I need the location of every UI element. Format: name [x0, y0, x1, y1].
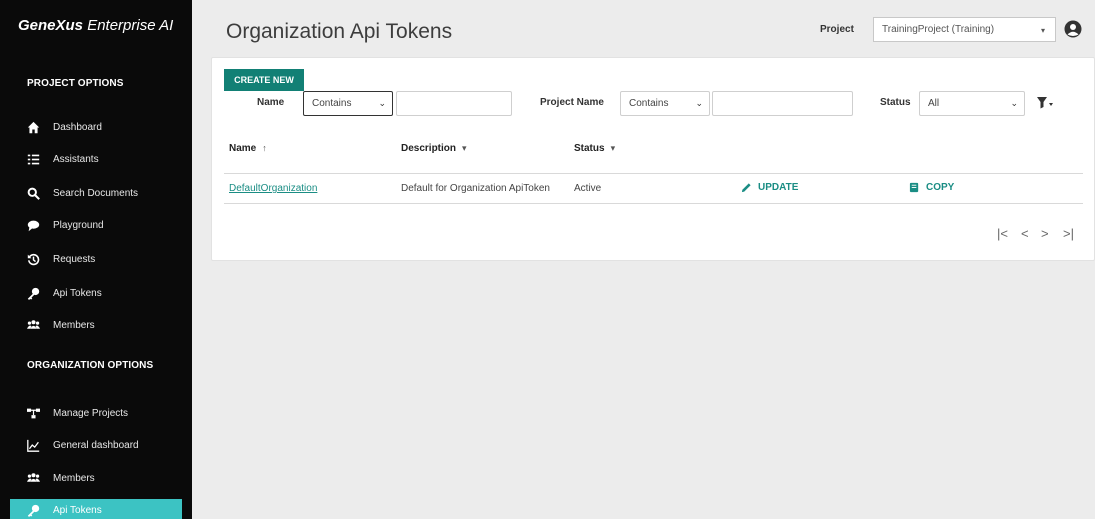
chart-icon: [25, 437, 41, 453]
sidebar-item-members[interactable]: Members: [10, 313, 182, 337]
token-name-link[interactable]: DefaultOrganization: [229, 183, 317, 194]
status-select-value: All: [928, 98, 940, 109]
sidebar-item-assistants[interactable]: Assistants: [10, 147, 182, 171]
sidebar-item-label: Members: [53, 319, 95, 331]
tokens-card: [211, 57, 1095, 261]
filter-icon[interactable]: [1037, 96, 1055, 110]
sidebar-item-manage-projects[interactable]: Manage Projects: [10, 401, 182, 425]
chat-icon: [25, 217, 41, 233]
sidebar-item-playground[interactable]: Playground: [10, 213, 182, 237]
sort-asc-icon: ↑: [262, 143, 267, 153]
status-select[interactable]: All ⌄: [919, 91, 1025, 116]
update-button[interactable]: UPDATE: [741, 182, 798, 193]
sidebar-item-label: Api Tokens: [53, 287, 102, 299]
sidebar-item-dashboard[interactable]: Dashboard: [10, 115, 182, 139]
sidebar-item-org-members[interactable]: Members: [10, 466, 182, 490]
users-icon: [25, 317, 41, 333]
search-icon: [25, 185, 41, 201]
token-description: Default for Organization ApiToken: [401, 183, 550, 194]
name-operator-value: Contains: [312, 98, 352, 109]
history-icon: [25, 251, 41, 267]
first-page-button[interactable]: |<: [997, 226, 1008, 241]
project-operator-select[interactable]: Contains ⌄: [620, 91, 710, 116]
last-page-button[interactable]: >|: [1063, 226, 1074, 241]
project-select-value: TrainingProject (Training): [882, 24, 995, 35]
name-filter-label: Name: [257, 97, 285, 108]
user-account-icon[interactable]: [1064, 20, 1082, 38]
sidebar-item-api-tokens[interactable]: Api Tokens: [10, 281, 182, 305]
sidebar-item-general-dashboard[interactable]: General dashboard: [10, 433, 182, 457]
page-title: Organization Api Tokens: [226, 20, 453, 43]
sidebar-item-label: Assistants: [53, 153, 99, 165]
home-icon: [25, 119, 41, 135]
sidebar-item-org-api-tokens[interactable]: Api Tokens: [10, 499, 182, 519]
list-icon: [25, 151, 41, 167]
sidebar-item-label: Members: [53, 472, 95, 484]
project-name-filter-label: Project Name: [540, 97, 604, 108]
chevron-down-icon: ⌄: [695, 98, 703, 108]
create-new-button[interactable]: CREATE NEW: [224, 69, 304, 91]
key-icon: [25, 502, 41, 518]
sort-menu-icon: ▾: [610, 143, 616, 153]
sidebar-item-label: Dashboard: [53, 121, 102, 133]
name-filter-input[interactable]: [396, 91, 512, 116]
project-name-filter-input[interactable]: [712, 91, 853, 116]
sitemap-icon: [25, 405, 41, 421]
project-operator-value: Contains: [629, 98, 669, 109]
sidebar-item-label: Api Tokens: [53, 504, 102, 516]
column-header-status[interactable]: Status ▾: [574, 143, 615, 154]
copy-button[interactable]: COPY: [909, 182, 954, 193]
column-header-description[interactable]: Description ▾: [401, 143, 467, 154]
table-divider: [224, 173, 1083, 174]
sidebar-item-label: General dashboard: [53, 439, 139, 451]
next-page-button[interactable]: >: [1041, 226, 1049, 241]
table-divider: [224, 203, 1083, 204]
users-icon: [25, 470, 41, 486]
chevron-down-icon: ▾: [1040, 26, 1045, 35]
sort-menu-icon: ▾: [462, 143, 467, 153]
sidebar-item-label: Manage Projects: [53, 407, 129, 419]
brand-logo: GeneXus Enterprise AI: [18, 17, 174, 34]
sidebar-item-label: Requests: [53, 253, 96, 265]
pencil-icon: [741, 183, 751, 193]
status-filter-label: Status: [880, 97, 911, 108]
sidebar-item-requests[interactable]: Requests: [10, 247, 182, 271]
project-label: Project: [820, 24, 854, 35]
name-operator-select[interactable]: Contains ⌄: [303, 91, 393, 116]
sidebar-item-label: Playground: [53, 219, 104, 231]
copy-icon: [909, 182, 919, 193]
organization-options-heading: ORGANIZATION OPTIONS: [27, 360, 154, 371]
chevron-down-icon: ⌄: [1010, 98, 1018, 108]
key-icon: [25, 285, 41, 301]
project-select[interactable]: TrainingProject (Training) ▾: [873, 17, 1056, 42]
previous-page-button[interactable]: <: [1021, 226, 1029, 241]
token-status: Active: [574, 183, 602, 194]
sidebar-item-search-documents[interactable]: Search Documents: [10, 181, 182, 205]
project-options-heading: PROJECT OPTIONS: [27, 78, 124, 89]
sidebar: GeneXus Enterprise AI PROJECT OPTIONS Da…: [0, 0, 192, 519]
sidebar-item-label: Search Documents: [53, 187, 139, 199]
column-header-name[interactable]: Name ↑: [229, 143, 267, 154]
chevron-down-icon: ⌄: [378, 98, 386, 108]
